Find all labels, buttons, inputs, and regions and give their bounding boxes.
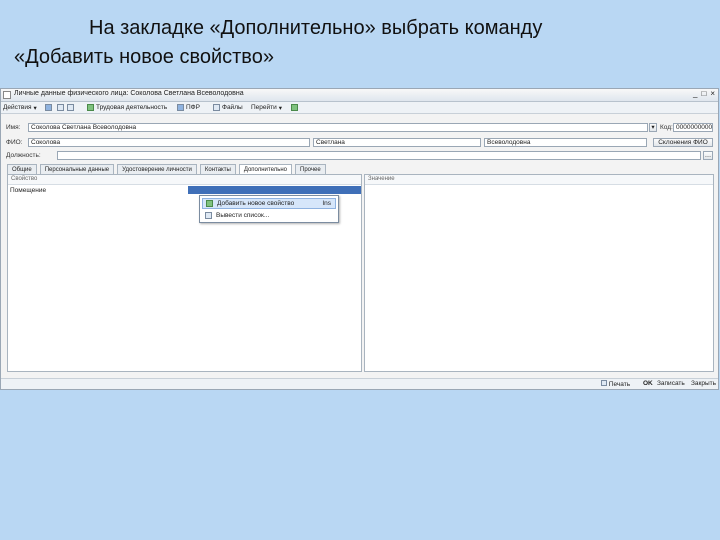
tab-general[interactable]: Общие (7, 164, 37, 174)
pfr-icon (177, 104, 184, 111)
position-label: Должность: (6, 152, 41, 159)
tab-additional[interactable]: Дополнительно (238, 164, 292, 174)
copy-icon[interactable] (57, 103, 64, 112)
middle-name-field[interactable]: Всеволодовна (484, 138, 647, 147)
window-titlebar: Личные данные физического лица: Соколова… (1, 89, 718, 102)
slide-title-line-2: «Добавить новое свойство» (14, 46, 274, 68)
ok-button[interactable]: OK (643, 380, 653, 387)
position-select-button[interactable]: … (703, 151, 713, 160)
tab-other[interactable]: Прочее (295, 164, 326, 174)
add-new-property-menu-item[interactable]: Добавить новое свойство Ins (202, 198, 336, 209)
show-list-menu-item[interactable]: Вывести список... (202, 210, 336, 221)
close-button[interactable]: Закрыть (691, 380, 716, 387)
list-icon (205, 212, 212, 219)
pfr-button[interactable]: ПФР (177, 103, 200, 112)
slide-title: На закладке «Дополнительно» выбрать кома… (14, 14, 654, 72)
window-title: Личные данные физического лица: Соколова… (14, 90, 244, 97)
tab-personal-data[interactable]: Персональные данные (39, 164, 115, 174)
goto-menu[interactable]: Перейти ▾ (251, 103, 282, 112)
name-label: Имя: (6, 124, 21, 131)
actions-menu-label: Действия (3, 104, 32, 111)
first-name-field[interactable]: Светлана (313, 138, 481, 147)
files-label: Файлы (222, 104, 243, 111)
name-select-button[interactable]: ▾ (649, 123, 657, 132)
files-button[interactable]: Файлы (213, 103, 243, 112)
add-new-property-shortcut: Ins (322, 200, 331, 207)
last-name-field[interactable]: Соколова (28, 138, 310, 147)
print-label: Печать (608, 381, 631, 388)
code-field[interactable]: 0000000000 (673, 123, 713, 132)
chevron-down-icon: ▾ (278, 104, 283, 112)
work-activity-button[interactable]: Трудовая деятельность (87, 103, 167, 112)
app-window: Личные данные физического лица: Соколова… (0, 88, 719, 390)
refresh-icon[interactable] (67, 103, 74, 112)
window-icon (3, 91, 11, 99)
name-field[interactable]: Соколова Светлана Всеволодовна (28, 123, 648, 132)
values-panel: Значение (364, 174, 714, 372)
toolbar: Действия ▾ Трудовая деятельность ПФР Файл… (1, 102, 718, 114)
work-activity-label: Трудовая деятельность (96, 104, 168, 111)
save-button[interactable]: Записать (657, 380, 685, 387)
statusbar: Печать OK Записать Закрыть (1, 378, 718, 389)
selected-row-highlight (188, 186, 361, 194)
fio-label: ФИО: (6, 139, 23, 146)
properties-header: Свойство (8, 175, 361, 185)
slide-title-line-1: На закладке «Дополнительно» выбрать кома… (89, 17, 543, 39)
save-icon[interactable] (45, 103, 52, 112)
tab-contacts[interactable]: Контакты (199, 164, 236, 174)
pfr-label: ПФР (186, 104, 200, 111)
property-row[interactable]: Помещение (10, 186, 46, 195)
files-icon (213, 104, 220, 111)
actions-menu[interactable]: Действия ▾ (3, 103, 37, 112)
minimize-icon[interactable]: _ (693, 89, 697, 98)
goto-menu-label: Перейти (251, 104, 277, 111)
window-controls: _ □ × (693, 89, 715, 98)
chevron-down-icon: ▾ (33, 104, 37, 112)
values-header: Значение (365, 175, 713, 185)
close-icon[interactable]: × (710, 89, 715, 98)
maximize-icon[interactable]: □ (701, 89, 706, 98)
tab-identity-document[interactable]: Удостоверение личности (117, 164, 197, 174)
fio-declension-button[interactable]: Склонения ФИО (653, 138, 713, 147)
work-icon (87, 104, 94, 111)
print-icon (601, 380, 607, 386)
context-menu: Добавить новое свойство Ins Вывести спис… (199, 195, 339, 223)
tab-strip: Общие Персональные данные Удостоверение … (7, 164, 326, 174)
code-label: Код: (660, 124, 673, 131)
show-list-label: Вывести список... (216, 212, 270, 219)
add-icon (206, 200, 213, 207)
position-field[interactable] (57, 151, 701, 160)
help-icon[interactable] (291, 103, 298, 112)
add-new-property-label: Добавить новое свойство (217, 200, 295, 207)
print-button[interactable]: Печать (601, 380, 630, 388)
